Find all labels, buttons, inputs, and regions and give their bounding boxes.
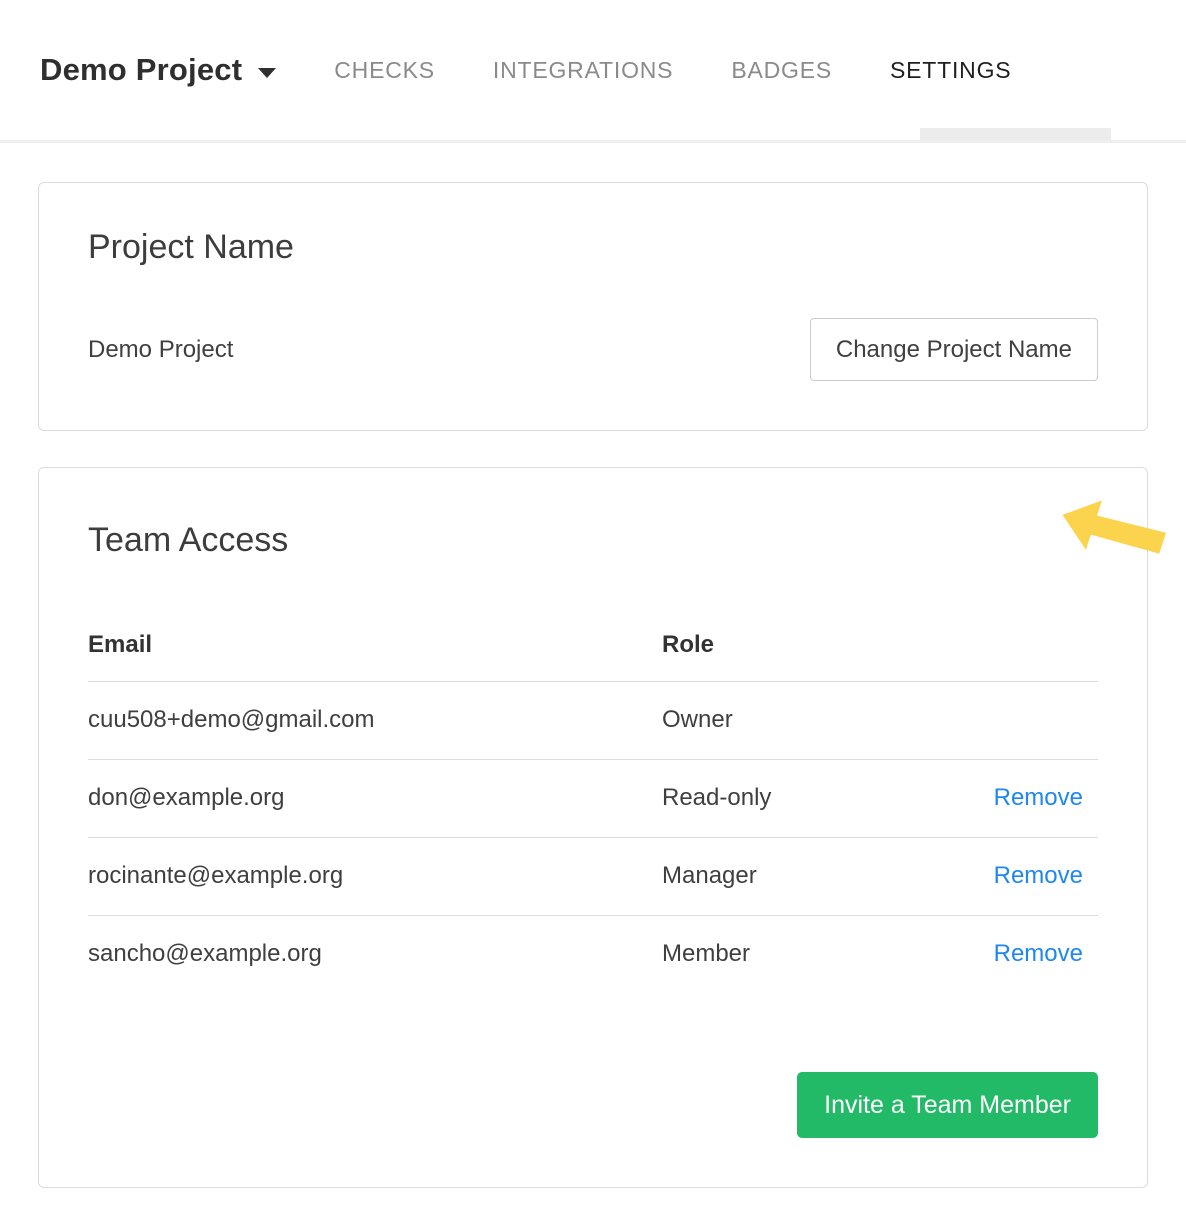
table-row: sancho@example.org Member Remove <box>88 916 1098 994</box>
remove-member-link[interactable]: Remove <box>994 784 1083 811</box>
tab-integrations[interactable]: INTEGRATIONS <box>493 57 673 84</box>
invite-row: Invite a Team Member <box>88 1072 1098 1138</box>
project-name-card-title: Project Name <box>88 230 1098 264</box>
member-email: rocinante@example.org <box>88 838 662 916</box>
member-email: don@example.org <box>88 760 662 838</box>
table-row: rocinante@example.org Manager Remove <box>88 838 1098 916</box>
member-email: sancho@example.org <box>88 916 662 994</box>
team-access-card: Team Access Email Role cuu508+demo@gmail… <box>38 467 1148 1188</box>
tab-settings[interactable]: SETTINGS <box>890 57 1011 84</box>
table-row: cuu508+demo@gmail.com Owner <box>88 682 1098 760</box>
project-name-row: Demo Project Change Project Name <box>88 318 1098 381</box>
member-action-cell: Remove <box>907 916 1098 994</box>
team-members-table: Email Role cuu508+demo@gmail.com Owner d… <box>88 615 1098 993</box>
member-role: Owner <box>662 682 907 760</box>
column-header-action <box>907 615 1098 682</box>
table-header-row: Email Role <box>88 615 1098 682</box>
caret-down-icon <box>258 68 276 78</box>
member-action-cell: Remove <box>907 760 1098 838</box>
top-nav: Demo Project CHECKS INTEGRATIONS BADGES … <box>0 0 1186 143</box>
project-switcher[interactable]: Demo Project <box>40 52 276 88</box>
invite-team-member-button[interactable]: Invite a Team Member <box>797 1072 1098 1138</box>
table-row: don@example.org Read-only Remove <box>88 760 1098 838</box>
team-access-card-title: Team Access <box>88 523 1098 557</box>
tab-checks[interactable]: CHECKS <box>334 57 435 84</box>
change-project-name-button[interactable]: Change Project Name <box>810 318 1098 381</box>
member-role: Manager <box>662 838 907 916</box>
project-name-card: Project Name Demo Project Change Project… <box>38 182 1148 431</box>
member-role: Member <box>662 916 907 994</box>
remove-member-link[interactable]: Remove <box>994 862 1083 889</box>
nav-tabs: CHECKS INTEGRATIONS BADGES SETTINGS <box>334 57 1011 84</box>
current-project-name: Demo Project <box>88 336 233 364</box>
column-header-role: Role <box>662 615 907 682</box>
project-switcher-label: Demo Project <box>40 52 242 88</box>
member-action-cell <box>907 682 1098 760</box>
tab-badges[interactable]: BADGES <box>731 57 832 84</box>
member-action-cell: Remove <box>907 838 1098 916</box>
remove-member-link[interactable]: Remove <box>994 940 1083 967</box>
active-tab-indicator <box>920 128 1111 140</box>
member-role: Read-only <box>662 760 907 838</box>
column-header-email: Email <box>88 615 662 682</box>
member-email: cuu508+demo@gmail.com <box>88 682 662 760</box>
